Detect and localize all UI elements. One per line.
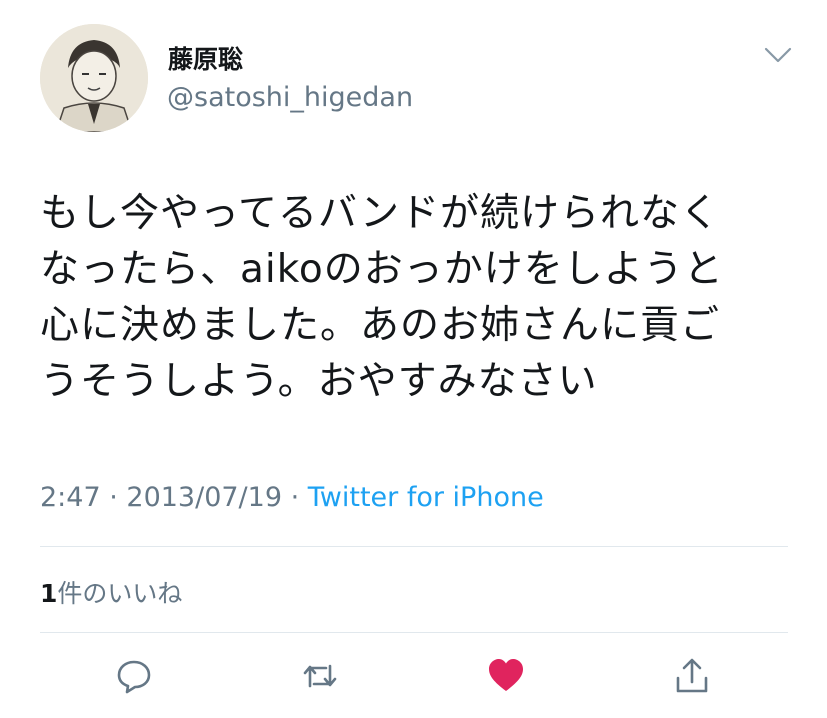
meta-separator: ·	[100, 482, 127, 513]
tweet-text: もし今やってるバンドが続けられなく なったら、aikoのおっかけをしようと 心に…	[40, 186, 800, 410]
reply-icon[interactable]	[114, 656, 154, 696]
tweet-text-line: 心に決めました。あのお姉さんに貢ご	[40, 303, 721, 348]
divider	[40, 546, 788, 547]
retweet-icon[interactable]	[300, 656, 340, 696]
avatar[interactable]	[40, 24, 148, 132]
likes-label: 件のいいね	[57, 579, 183, 608]
author-handle[interactable]: @satoshi_higedan	[167, 82, 413, 113]
meta-separator: ·	[282, 482, 308, 513]
chevron-down-icon[interactable]	[764, 46, 792, 64]
tweet-source-link[interactable]: Twitter for iPhone	[308, 482, 544, 513]
likes-stat[interactable]: 1件のいいね	[40, 574, 182, 610]
divider	[40, 632, 788, 633]
heart-icon[interactable]	[486, 656, 526, 696]
tweet-meta: 2:47 · 2013/07/19 · Twitter for iPhone	[40, 482, 544, 513]
tweet-text-line: うそうしよう。おやすみなさい	[40, 359, 598, 404]
tweet-date[interactable]: 2013/07/19	[126, 482, 282, 513]
avatar-illustration	[40, 24, 148, 132]
likes-count: 1	[40, 579, 58, 608]
tweet-time[interactable]: 2:47	[40, 482, 101, 513]
tweet-text-line: もし今やってるバンドが続けられなく	[40, 191, 721, 236]
tweet-text-line: なったら、aikoのおっかけをしようと	[40, 247, 724, 292]
share-icon[interactable]	[672, 656, 712, 696]
author-display-name[interactable]: 藤原聡	[168, 40, 243, 76]
